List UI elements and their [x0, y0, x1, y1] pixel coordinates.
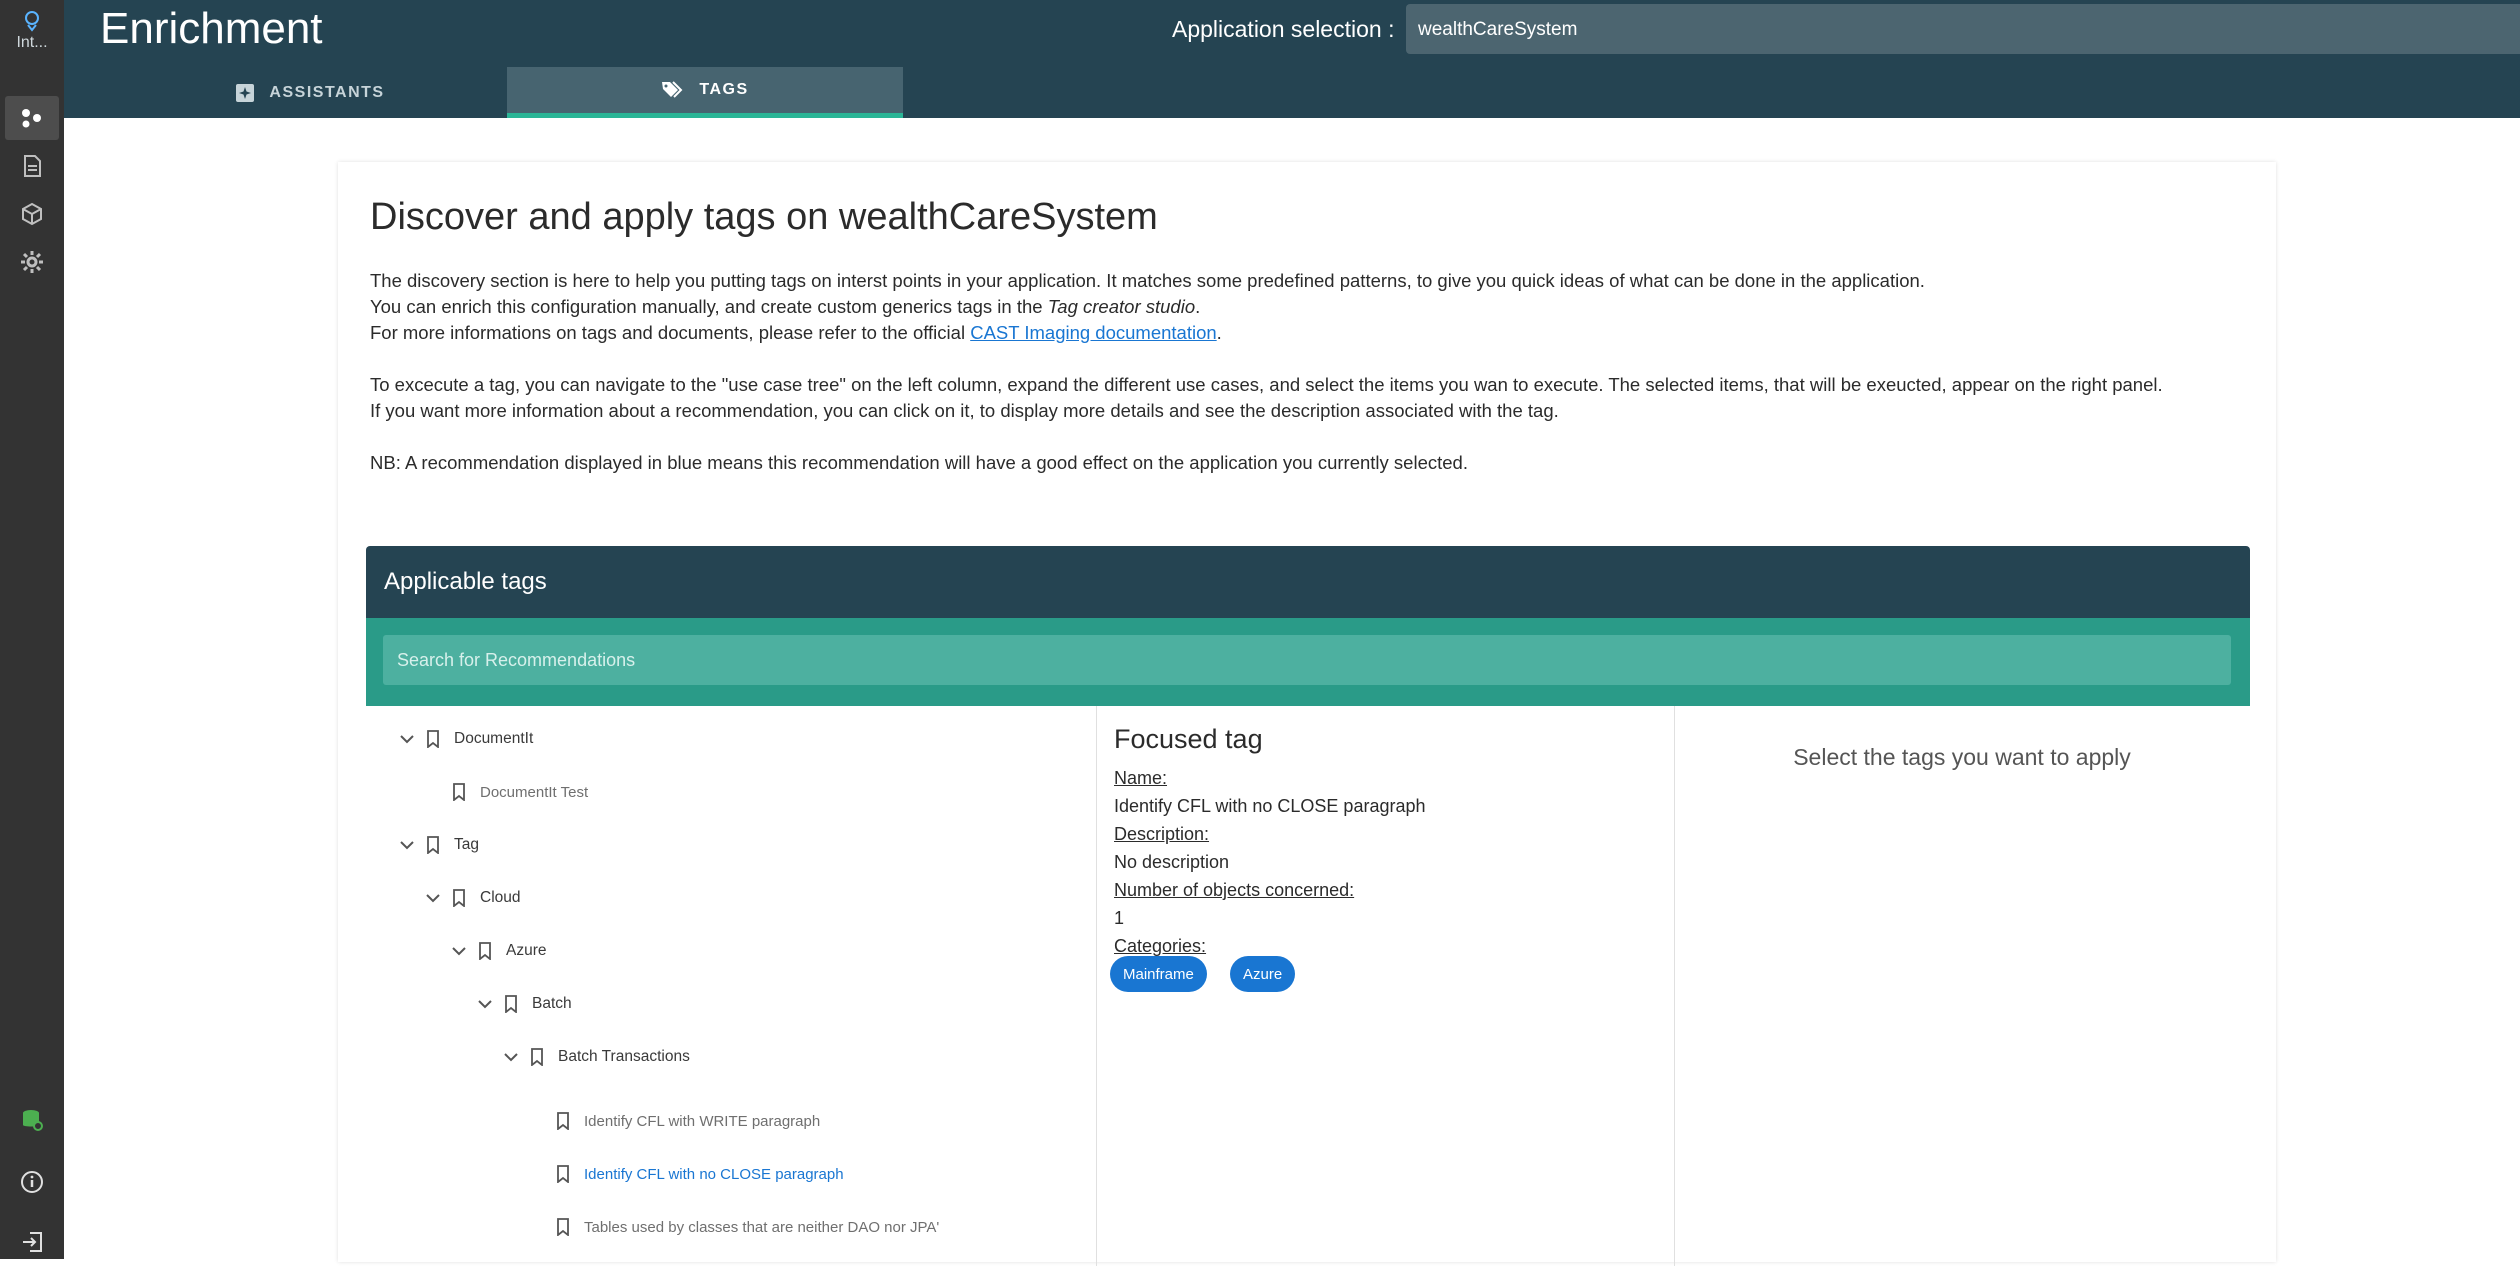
nav-info[interactable] — [0, 1160, 64, 1204]
applicable-tags-panel: Applicable tags Search for Recommendatio… — [366, 546, 2250, 1266]
tree-node[interactable]: Batch — [472, 989, 572, 1019]
objects-count-label: Number of objects concerned: — [1114, 880, 1355, 900]
tree-leaf[interactable]: DocumentIt Test — [446, 777, 588, 807]
tree-leaf[interactable]: Identify CFL with no CLOSE paragraph — [550, 1159, 844, 1189]
bookmark-icon[interactable] — [498, 995, 524, 1013]
cast-imaging-doc-link[interactable]: CAST Imaging documentation — [970, 322, 1216, 343]
description-text: The discovery section is here to help yo… — [370, 268, 2163, 476]
bookmark-icon[interactable] — [524, 1048, 550, 1066]
logout-icon — [23, 1232, 42, 1252]
imaging-logo-icon — [25, 11, 39, 32]
nav-database[interactable] — [0, 1098, 64, 1142]
nav-logout[interactable] — [0, 1220, 64, 1264]
document-icon — [24, 155, 41, 177]
tree-node-label: Identify CFL with no CLOSE paragraph — [584, 1165, 844, 1183]
chevron-down-icon[interactable] — [394, 734, 420, 744]
description-line: To excecute a tag, you can navigate to t… — [370, 374, 2163, 395]
tree-leaf[interactable]: Identify CFL with WRITE paragraph — [550, 1106, 820, 1136]
focused-tag-panel: Focused tag Name: Identify CFL with no C… — [1096, 706, 1675, 1266]
tree-node[interactable]: DocumentIt — [394, 724, 533, 754]
info-icon — [21, 1171, 43, 1193]
bookmark-icon[interactable] — [446, 783, 472, 801]
chevron-down-icon[interactable] — [498, 1052, 524, 1062]
apply-hint: Select the tags you want to apply — [1793, 744, 2131, 770]
tag-creator-studio-text: Tag creator studio — [1047, 296, 1196, 317]
left-rail: Int... — [0, 0, 64, 1259]
focused-tag-title: Focused tag — [1114, 724, 1263, 754]
description-text-part: You can enrich this configuration manual… — [370, 296, 1048, 317]
tags-icon — [662, 81, 683, 98]
description-text-part: For more informations on tags and docume… — [370, 322, 971, 343]
objects-count-value: 1 — [1114, 908, 1125, 928]
bookmark-icon[interactable] — [446, 889, 472, 907]
section-heading: Discover and apply tags on wealthCareSys… — [370, 196, 1158, 238]
page-title: Enrichment — [100, 4, 323, 53]
description-label: Description: — [1114, 824, 1210, 844]
search-band: Search for Recommendations — [366, 618, 2250, 706]
panel-title: Applicable tags — [366, 546, 2250, 618]
category-chip-azure[interactable]: Azure — [1230, 956, 1296, 992]
tree-leaf[interactable]: Tables used by classes that are neither … — [550, 1212, 939, 1242]
description-text-part: . — [1195, 296, 1201, 317]
tab-assistants[interactable]: ASSISTANTS — [112, 67, 508, 118]
tree-node-label: Batch — [532, 995, 572, 1012]
nav-enrichment[interactable] — [5, 96, 59, 140]
chevron-down-icon[interactable] — [394, 840, 420, 850]
nav-settings[interactable] — [0, 240, 64, 284]
bookmark-icon[interactable] — [550, 1165, 576, 1183]
gear-icon — [21, 251, 43, 273]
tree-node[interactable]: Cloud — [420, 883, 521, 913]
use-case-tree: DocumentIt DocumentIt Test Tag Cloud Azure Ba… — [366, 706, 1097, 1266]
tree-node-label: Cloud — [480, 889, 521, 906]
tab-tags-label: TAGS — [699, 81, 749, 98]
tree-node-label: DocumentIt — [454, 730, 534, 747]
name-value: Identify CFL with no CLOSE paragraph — [1114, 796, 1426, 816]
tab-tags[interactable]: TAGS — [507, 67, 903, 118]
assistant-icon — [236, 83, 255, 102]
chevron-down-icon[interactable] — [420, 893, 446, 903]
selected-tags-panel: Select the tags you want to apply — [1674, 706, 2250, 1266]
description-text-part: . — [1216, 322, 1222, 343]
description-line: If you want more information about a rec… — [370, 400, 1559, 421]
tree-node-label: Batch Transactions — [558, 1048, 690, 1065]
panel-columns: DocumentIt DocumentIt Test Tag Cloud Azure Ba… — [366, 706, 2250, 1266]
header: Enrichment Application selection : wealt… — [64, 0, 2520, 118]
app-selection-label: Application selection : — [1172, 16, 1395, 42]
cube-icon — [22, 202, 42, 226]
category-chip-mainframe[interactable]: Mainframe — [1110, 956, 1207, 992]
nav-documents[interactable] — [0, 144, 64, 188]
description-line: You can enrich this configuration manual… — [370, 294, 2163, 320]
tree-node-label: Identify CFL with WRITE paragraph — [584, 1112, 821, 1130]
tree-node-label: Azure — [506, 942, 547, 959]
tab-assistants-label: ASSISTANTS — [269, 83, 385, 101]
app-selection-value: wealthCareSystem — [1418, 19, 1578, 40]
description-line: NB: A recommendation displayed in blue m… — [370, 452, 1468, 473]
bookmark-icon[interactable] — [420, 836, 446, 854]
app-selection-dropdown[interactable]: wealthCareSystem — [1406, 4, 2520, 54]
tree-node-label: Tag — [454, 836, 479, 853]
recommendation-search-input[interactable]: Search for Recommendations — [383, 635, 2231, 685]
description-line: The discovery section is here to help yo… — [370, 270, 1925, 291]
nav-packages[interactable] — [0, 192, 64, 236]
app-label: Int... — [16, 34, 48, 51]
description-value: No description — [1114, 852, 1230, 872]
description-line: For more informations on tags and docume… — [370, 320, 2163, 346]
bookmark-icon[interactable] — [550, 1112, 576, 1130]
name-label: Name: — [1114, 768, 1168, 788]
tree-node[interactable]: Batch Transactions — [498, 1042, 690, 1072]
chevron-down-icon[interactable] — [446, 946, 472, 956]
database-check-icon — [23, 1110, 43, 1131]
enrichment-icon — [22, 109, 41, 128]
tree-node-label: Tables used by classes that are neither … — [584, 1218, 940, 1236]
tree-node[interactable]: Tag — [394, 830, 479, 860]
app-switcher[interactable]: Int... — [0, 10, 64, 52]
tree-node[interactable]: Azure — [446, 936, 547, 966]
chevron-down-icon[interactable] — [472, 999, 498, 1009]
categories-label: Categories: — [1114, 936, 1207, 956]
bookmark-icon[interactable] — [420, 730, 446, 748]
tree-node-label: DocumentIt Test — [480, 783, 589, 801]
bookmark-icon[interactable] — [472, 942, 498, 960]
bookmark-icon[interactable] — [550, 1218, 576, 1236]
